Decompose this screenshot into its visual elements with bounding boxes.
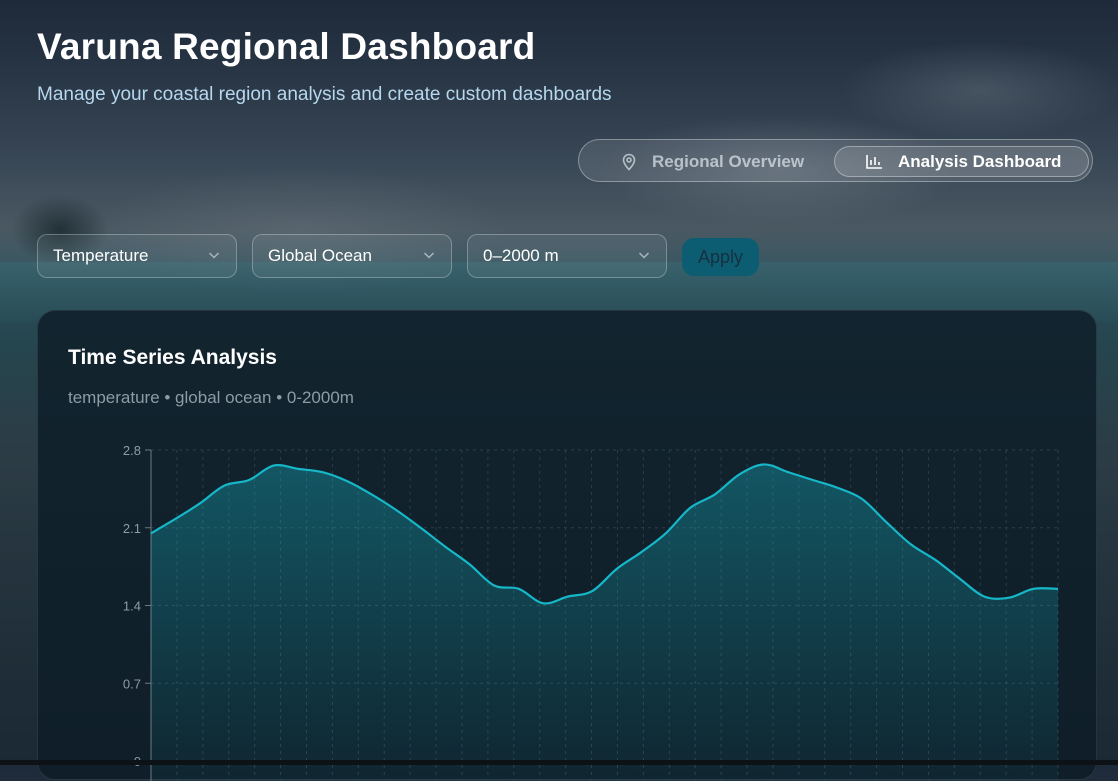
bottom-edge bbox=[0, 760, 1118, 765]
tab-regional-overview[interactable]: Regional Overview bbox=[585, 146, 831, 177]
chevron-down-icon bbox=[637, 248, 651, 262]
depth-select[interactable]: 0–2000 m bbox=[467, 234, 667, 278]
map-pin-icon bbox=[621, 153, 637, 171]
y-tick-label: 2.1 bbox=[123, 521, 141, 536]
depth-select-value: 0–2000 m bbox=[483, 246, 559, 266]
time-series-chart: 00.71.42.12.8 bbox=[38, 311, 1098, 781]
tab-analysis-dashboard[interactable]: Analysis Dashboard bbox=[834, 146, 1089, 177]
apply-button[interactable]: Apply bbox=[682, 238, 759, 276]
variable-select-value: Temperature bbox=[53, 246, 148, 266]
tab-regional-overview-label: Regional Overview bbox=[652, 152, 804, 172]
chevron-down-icon bbox=[207, 248, 221, 262]
page-title: Varuna Regional Dashboard bbox=[37, 26, 535, 68]
tab-analysis-dashboard-label: Analysis Dashboard bbox=[898, 152, 1061, 172]
chevron-down-icon bbox=[422, 248, 436, 262]
y-tick-label: 0.7 bbox=[123, 676, 141, 691]
view-toggle: Regional Overview Analysis Dashboard bbox=[578, 139, 1093, 182]
region-select[interactable]: Global Ocean bbox=[252, 234, 452, 278]
region-select-value: Global Ocean bbox=[268, 246, 372, 266]
series-area bbox=[151, 464, 1058, 781]
bar-chart-icon bbox=[865, 154, 883, 170]
y-tick-label: 2.8 bbox=[123, 443, 141, 458]
variable-select[interactable]: Temperature bbox=[37, 234, 237, 278]
page-subtitle: Manage your coastal region analysis and … bbox=[37, 84, 612, 106]
y-tick-label: 1.4 bbox=[123, 599, 141, 614]
time-series-card: Time Series Analysis temperature • globa… bbox=[37, 310, 1097, 780]
